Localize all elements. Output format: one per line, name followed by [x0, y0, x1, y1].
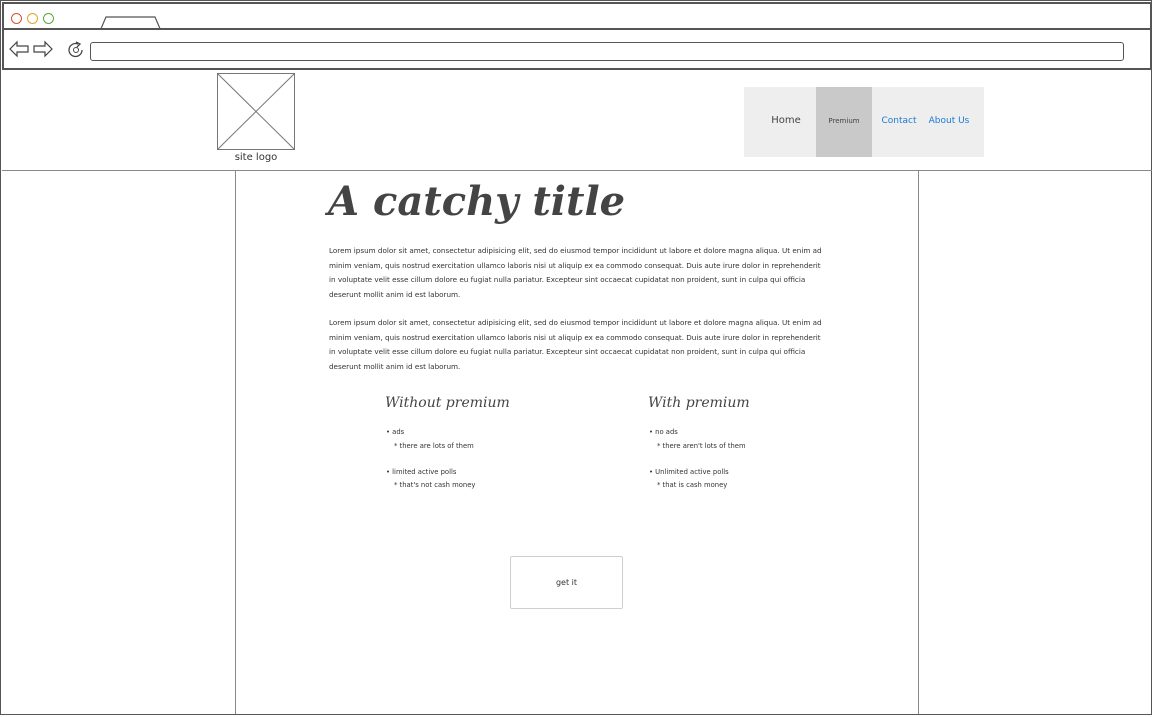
list-item-note: * that is cash money	[657, 481, 728, 489]
image-placeholder-icon	[217, 73, 295, 150]
browser-toolbar	[2, 30, 1152, 70]
back-arrow-icon[interactable]	[9, 40, 29, 58]
list-item: • Unlimited active polls	[649, 468, 729, 476]
main-navigation: Home Premium Contact About Us	[744, 87, 984, 157]
site-logo-placeholder[interactable]	[217, 73, 295, 150]
forward-arrow-icon[interactable]	[33, 40, 53, 58]
list-item: • limited active polls	[386, 468, 457, 476]
page-title: A catchy title	[328, 178, 626, 225]
body-paragraph: Lorem ipsum dolor sit amet, consectetur …	[329, 318, 822, 371]
body-paragraph: Lorem ipsum dolor sit amet, consectetur …	[329, 246, 822, 299]
maximize-window-button[interactable]	[43, 13, 54, 24]
left-column-divider	[235, 171, 236, 714]
list-item-note: * there are lots of them	[394, 442, 474, 450]
browser-titlebar	[2, 2, 1152, 32]
list-item-note: * there aren't lots of them	[657, 442, 746, 450]
site-header: site logo Home Premium Contact About Us	[2, 70, 1152, 171]
right-column-divider	[918, 171, 919, 714]
list-item: • no ads	[649, 428, 678, 436]
nav-item-contact[interactable]: Contact	[878, 87, 920, 157]
nav-item-about-us[interactable]: About Us	[926, 87, 972, 157]
logo-caption: site logo	[234, 152, 278, 163]
nav-item-home[interactable]: Home	[760, 87, 812, 157]
close-window-button[interactable]	[11, 13, 22, 24]
list-item-note: * that's not cash money	[394, 481, 476, 489]
address-bar[interactable]	[90, 42, 1124, 61]
without-premium-heading: Without premium	[385, 395, 510, 411]
reload-icon[interactable]	[67, 41, 85, 59]
get-it-button[interactable]: get it	[510, 556, 623, 609]
minimize-window-button[interactable]	[27, 13, 38, 24]
list-item: • ads	[386, 428, 405, 436]
nav-item-premium[interactable]: Premium	[816, 87, 872, 157]
with-premium-heading: With premium	[648, 395, 750, 411]
